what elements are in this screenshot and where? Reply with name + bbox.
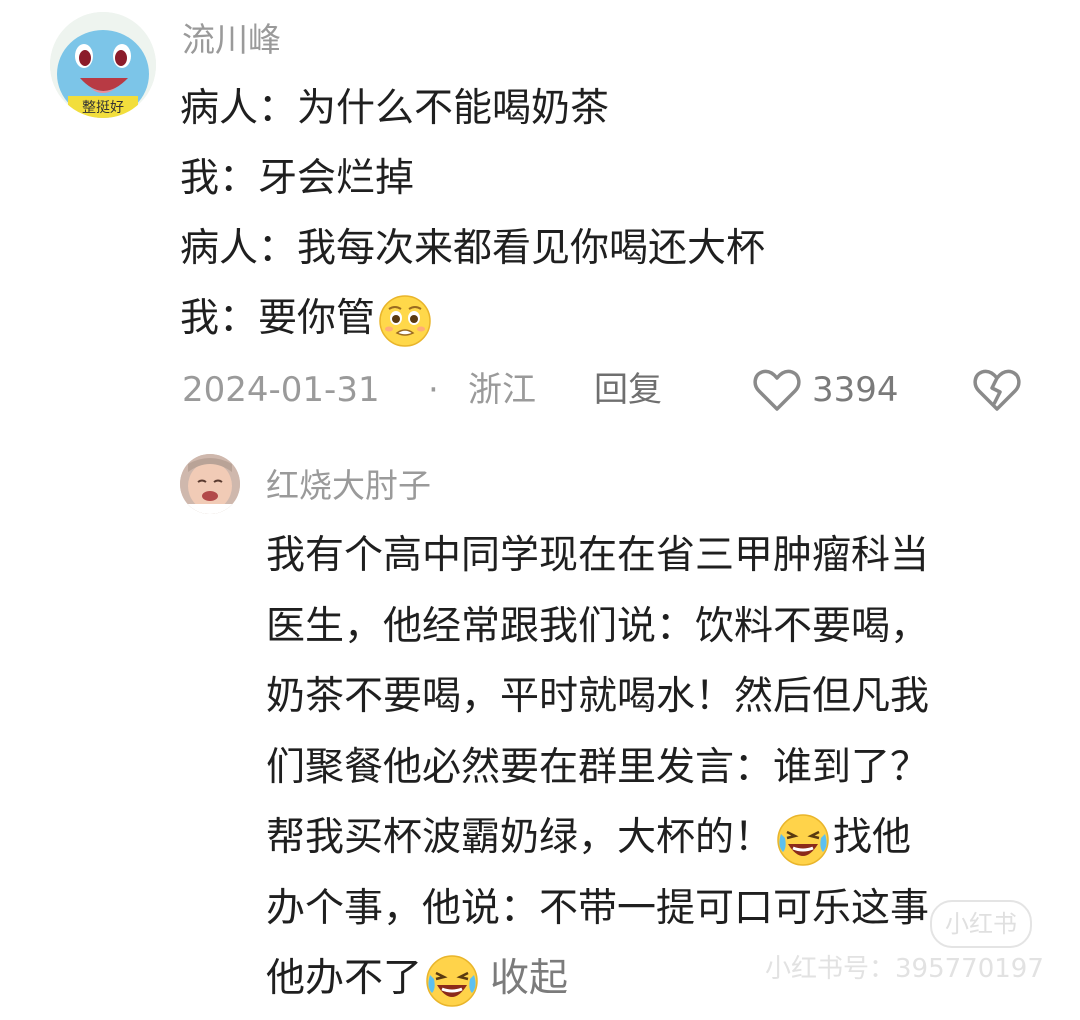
avatar[interactable]: 整挺好: [50, 12, 156, 118]
collapse-link[interactable]: 收起: [490, 956, 568, 1001]
pleading-face-emoji: [379, 294, 431, 347]
comment-location: 浙江: [468, 370, 536, 410]
avatar-squirtle-image: 整挺好: [50, 12, 156, 118]
avatar-badge-text: 整挺好: [82, 100, 124, 116]
laughing-crying-emoji: [426, 954, 478, 1007]
reply-line-text: 找他: [833, 815, 912, 860]
comment-meta: 2024-01-31 · 浙江 回复 3394: [182, 366, 1042, 414]
comment-line: 病人：为什么不能喝奶茶: [180, 86, 610, 131]
reply-username[interactable]: 红烧大肘子: [266, 466, 431, 506]
comment-username[interactable]: 流川峰: [182, 20, 281, 60]
reply-line: 帮我买杯波霸奶绿，大杯的！ 找他: [266, 803, 929, 874]
reply-line: 医生，他经常跟我们说：饮料不要喝，: [266, 603, 930, 649]
comment-line: 我：要你管: [180, 284, 765, 354]
comment-line: 病人：我每次来都看见你喝还大杯: [180, 226, 766, 271]
comment-line: 我：牙会烂掉: [180, 156, 415, 201]
like-count: 3394: [812, 370, 899, 410]
reply-line: 办个事，他说：不带一提可口可乐这事: [266, 885, 930, 931]
reply-line: 我有个高中同学现在在省三甲肿瘤科当: [266, 533, 930, 578]
reply-line: 们聚餐他必然要在群里发言：谁到了？: [266, 744, 930, 790]
reply-line-text: 他办不了: [266, 956, 423, 1001]
heart-icon[interactable]: [752, 366, 802, 414]
comment-date: 2024-01-31: [182, 370, 380, 410]
avatar-baby-image: [180, 454, 240, 514]
meta-separator: ·: [428, 370, 439, 410]
reply-line-text: 帮我买杯波霸奶绿，大杯的！: [266, 815, 774, 860]
reply-avatar[interactable]: [180, 454, 240, 514]
broken-heart-icon[interactable]: [972, 366, 1022, 414]
reply-content: 我有个高中同学现在在省三甲肿瘤科当 医生，他经常跟我们说：饮料不要喝， 奶茶不要…: [266, 521, 929, 1015]
reply-line: 奶茶不要喝，平时就喝水！然后但凡我: [266, 674, 930, 719]
watermark-text: 小红书号：395770197: [765, 954, 1044, 984]
comment-content: 病人：为什么不能喝奶茶 我：牙会烂掉 病人：我每次来都看见你喝还大杯 我：要你管: [180, 74, 765, 354]
watermark-logo: 小红书: [930, 900, 1032, 948]
laughing-crying-emoji: [777, 813, 829, 866]
comment-line-text: 我：要你管: [180, 296, 376, 341]
reply-button[interactable]: 回复: [594, 366, 662, 414]
